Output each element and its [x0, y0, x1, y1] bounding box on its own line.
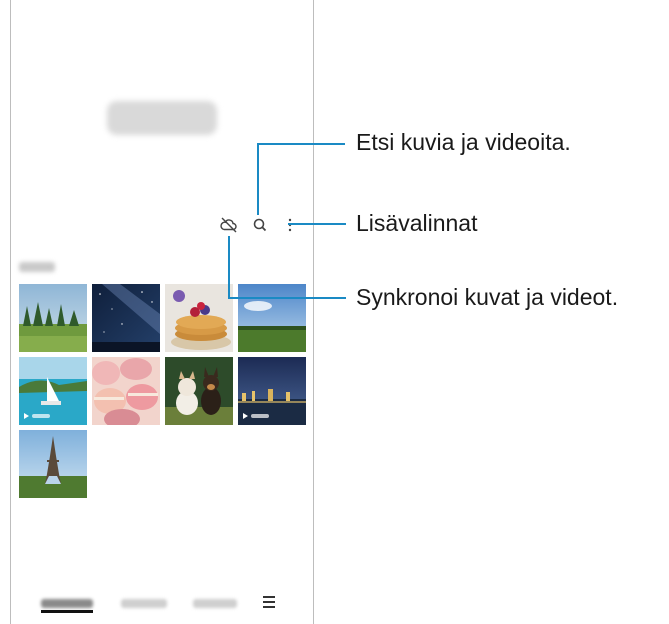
photo-thumbnail[interactable] — [19, 284, 87, 352]
callout-search-label: Etsi kuvia ja videoita. — [356, 129, 571, 155]
tab-stories[interactable] — [193, 599, 237, 608]
search-icon[interactable] — [251, 216, 269, 234]
phone-screen — [10, 0, 314, 624]
gallery-title — [107, 101, 217, 135]
callout-line-sync — [228, 297, 346, 299]
photo-thumbnail[interactable] — [19, 430, 87, 498]
photo-thumbnail[interactable] — [92, 284, 160, 352]
callout-line-more — [288, 223, 346, 225]
callout-sync-label: Synkronoi kuvat ja videot. — [356, 284, 619, 310]
photo-thumbnail[interactable] — [238, 284, 306, 352]
section-header — [19, 262, 55, 272]
active-tab-indicator — [41, 610, 93, 613]
callout-line-search — [257, 143, 345, 145]
hamburger-menu-icon[interactable] — [263, 596, 275, 608]
tab-albums[interactable] — [121, 599, 167, 608]
photo-thumbnail[interactable] — [165, 357, 233, 425]
cloud-off-icon[interactable] — [220, 216, 238, 234]
play-icon — [243, 412, 269, 420]
video-thumbnail[interactable] — [238, 357, 306, 425]
photo-thumbnail[interactable] — [92, 357, 160, 425]
callout-line-search — [257, 143, 259, 215]
play-icon — [24, 412, 50, 420]
tab-pictures[interactable] — [41, 599, 93, 608]
callout-line-sync — [228, 236, 230, 298]
callout-more-options-label: Lisävalinnat — [356, 210, 478, 236]
more-vertical-icon[interactable] — [281, 216, 299, 234]
video-thumbnail[interactable] — [19, 357, 87, 425]
photo-thumbnail[interactable] — [165, 284, 233, 352]
